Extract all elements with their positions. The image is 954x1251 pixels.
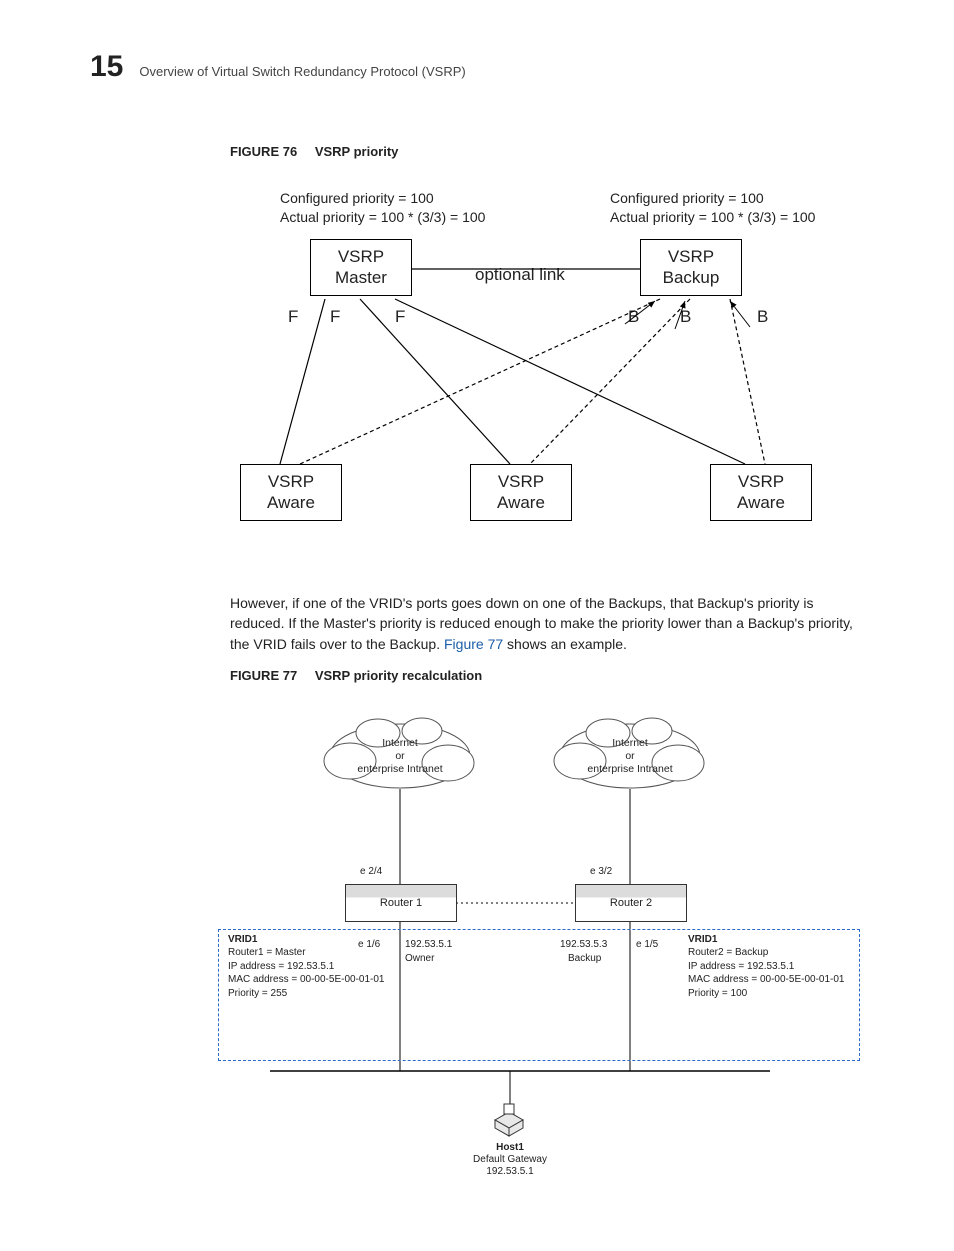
cloud-left-label: Internet or enterprise Intranet bbox=[350, 737, 450, 776]
figure-76-title: VSRP priority bbox=[315, 144, 399, 159]
figure-76-diagram: Configured priority = 100 Actual priorit… bbox=[230, 179, 864, 579]
page-header: 15 Overview of Virtual Switch Redundancy… bbox=[90, 50, 864, 84]
text: Aware bbox=[721, 492, 801, 513]
figure-77-prefix: FIGURE 77 bbox=[230, 668, 297, 683]
b-label: B bbox=[680, 307, 691, 327]
owner-ip: 192.53.5.1 bbox=[405, 939, 452, 950]
vsrp-aware-node: VSRP Aware bbox=[470, 464, 572, 521]
text: Actual priority = 100 * (3/3) = 100 bbox=[280, 208, 485, 227]
text: Backup bbox=[651, 267, 731, 288]
text: VSRP bbox=[651, 246, 731, 267]
router-1: Router 1 bbox=[345, 884, 457, 922]
text: enterprise Intranet bbox=[350, 763, 450, 776]
text: Aware bbox=[481, 492, 561, 513]
text: VSRP bbox=[721, 471, 801, 492]
text: shows an example. bbox=[503, 636, 627, 652]
text: VRID1 bbox=[228, 934, 257, 945]
port-e24: e 2/4 bbox=[360, 866, 382, 877]
text: Internet bbox=[580, 737, 680, 750]
f-label: F bbox=[288, 307, 298, 327]
text: Router2 = Backup bbox=[688, 947, 768, 958]
text: VRID1 bbox=[688, 934, 717, 945]
text: VSRP bbox=[321, 246, 401, 267]
chapter-number: 15 bbox=[90, 50, 123, 84]
figure-77-title: VSRP priority recalculation bbox=[315, 668, 482, 683]
text: Default Gateway bbox=[473, 1154, 547, 1165]
text: VSRP bbox=[251, 471, 331, 492]
text: Actual priority = 100 * (3/3) = 100 bbox=[610, 208, 815, 227]
vsrp-master-node: VSRP Master bbox=[310, 239, 412, 296]
figure-77-link[interactable]: Figure 77 bbox=[444, 636, 503, 652]
fig76-left-annotation: Configured priority = 100 Actual priorit… bbox=[280, 189, 485, 227]
text: Configured priority = 100 bbox=[280, 189, 485, 208]
text: or bbox=[350, 750, 450, 763]
owner-label: Owner bbox=[405, 953, 434, 964]
f-label: F bbox=[395, 307, 405, 327]
text: Priority = 100 bbox=[688, 988, 747, 999]
figure-76-caption: FIGURE 76 VSRP priority bbox=[230, 144, 864, 159]
b-label: B bbox=[757, 307, 768, 327]
text: Master bbox=[321, 267, 401, 288]
port-e32: e 3/2 bbox=[590, 866, 612, 877]
cloud-right-label: Internet or enterprise Intranet bbox=[580, 737, 680, 776]
text: VSRP bbox=[481, 471, 561, 492]
text: or bbox=[580, 750, 680, 763]
text: Configured priority = 100 bbox=[610, 189, 815, 208]
vsrp-backup-node: VSRP Backup bbox=[640, 239, 742, 296]
backup-ip: 192.53.5.3 bbox=[560, 939, 607, 950]
text: IP address = 192.53.5.1 bbox=[228, 961, 334, 972]
text: Router1 = Master bbox=[228, 947, 306, 958]
vsrp-aware-node: VSRP Aware bbox=[240, 464, 342, 521]
fig76-right-annotation: Configured priority = 100 Actual priorit… bbox=[610, 189, 815, 227]
header-title: Overview of Virtual Switch Redundancy Pr… bbox=[139, 64, 465, 79]
text: MAC address = 00-00-5E-00-01-01 bbox=[228, 974, 384, 985]
router-2: Router 2 bbox=[575, 884, 687, 922]
vrid1-right: VRID1 Router2 = Backup IP address = 192.… bbox=[688, 933, 844, 1001]
body-paragraph: However, if one of the VRID's ports goes… bbox=[230, 593, 864, 654]
text: Internet bbox=[350, 737, 450, 750]
figure-76-prefix: FIGURE 76 bbox=[230, 144, 297, 159]
text: IP address = 192.53.5.1 bbox=[688, 961, 794, 972]
text: Priority = 255 bbox=[228, 988, 287, 999]
text: enterprise Intranet bbox=[580, 763, 680, 776]
text: Aware bbox=[251, 492, 331, 513]
text: Host1 bbox=[496, 1142, 524, 1153]
b-label: B bbox=[628, 307, 639, 327]
f-label: F bbox=[330, 307, 340, 327]
text: 192.53.5.1 bbox=[486, 1166, 533, 1177]
port-e15: e 1/5 bbox=[636, 939, 658, 950]
text: MAC address = 00-00-5E-00-01-01 bbox=[688, 974, 844, 985]
backup-label: Backup bbox=[568, 953, 601, 964]
figure-77-diagram: Internet or enterprise Intranet Internet… bbox=[210, 701, 864, 1211]
vrid1-left: VRID1 Router1 = Master IP address = 192.… bbox=[228, 933, 384, 1001]
optional-link-label: optional link bbox=[475, 264, 565, 287]
host-label: Host1 Default Gateway 192.53.5.1 bbox=[460, 1141, 560, 1177]
figure-77-caption: FIGURE 77 VSRP priority recalculation bbox=[230, 668, 864, 683]
vsrp-aware-node: VSRP Aware bbox=[710, 464, 812, 521]
